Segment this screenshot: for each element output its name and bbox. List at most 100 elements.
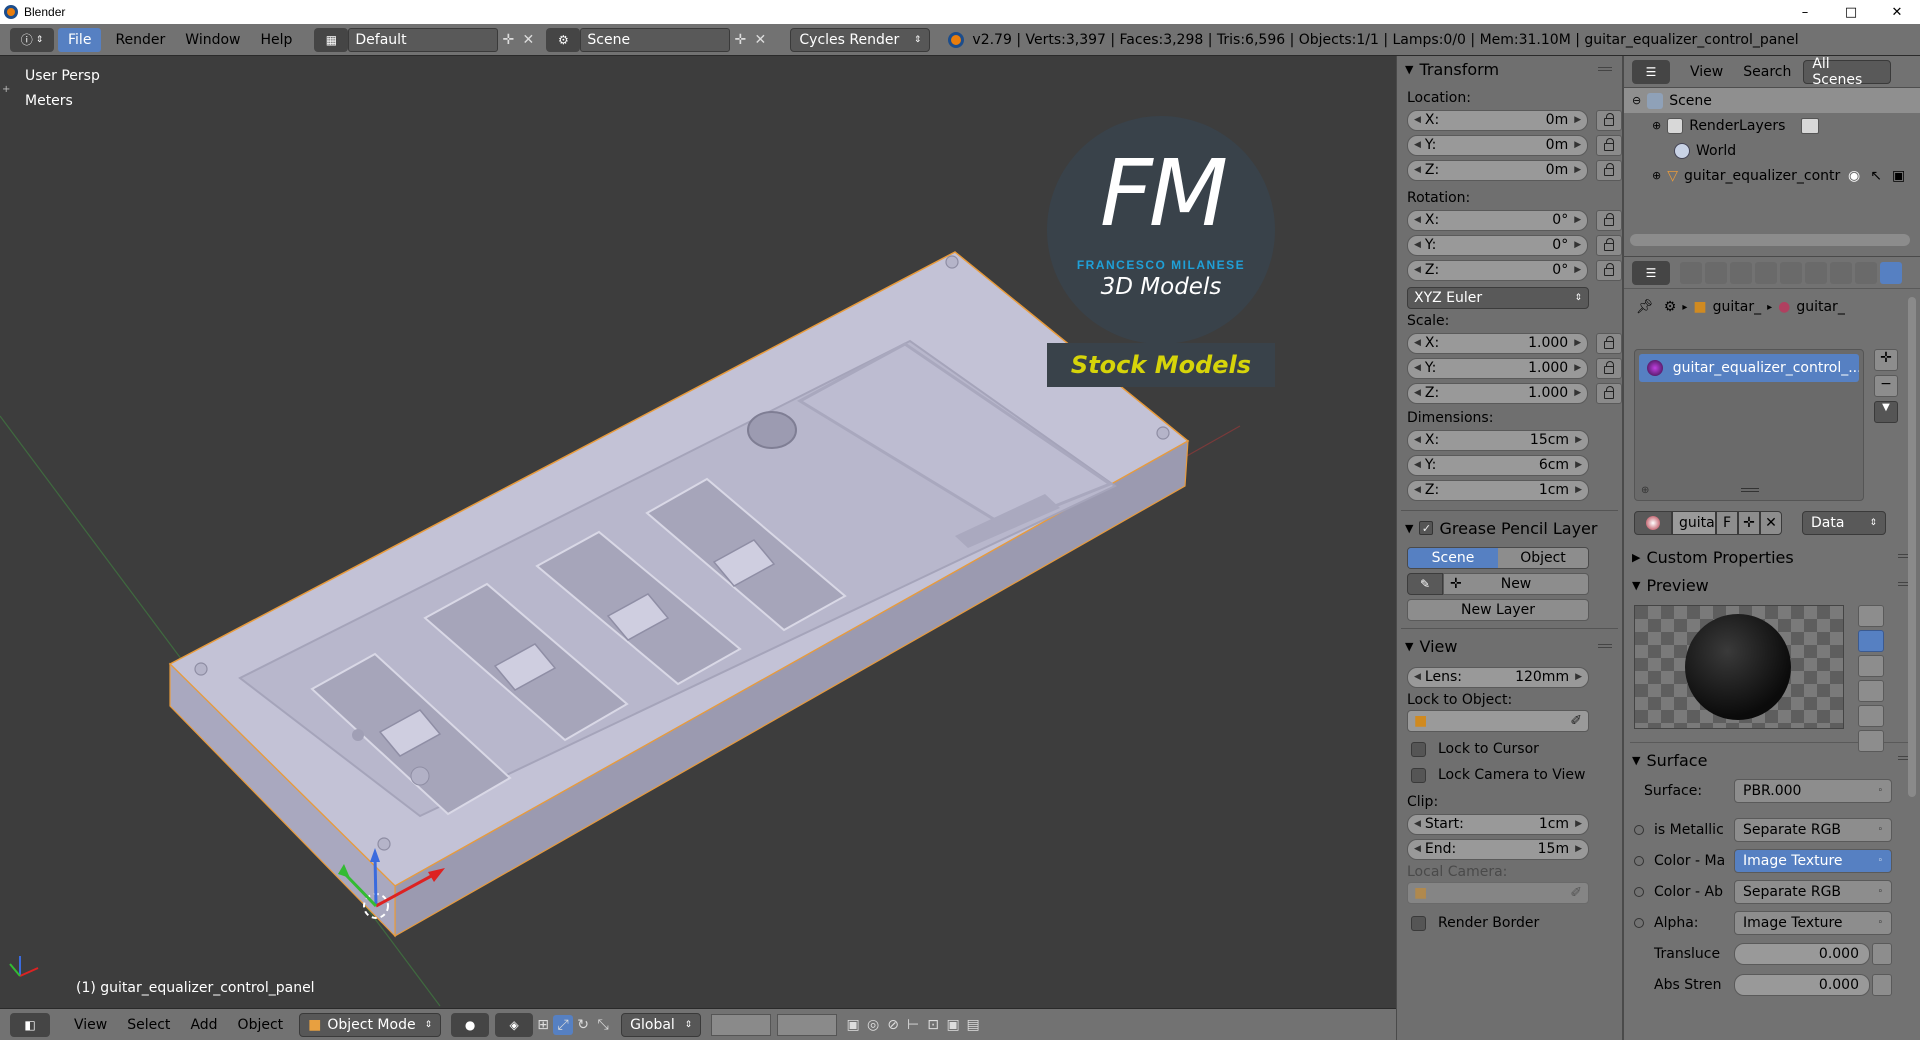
dimensions-z-field[interactable]: ◀ Z: 1cm ▶ bbox=[1407, 479, 1589, 501]
socket-icon[interactable] bbox=[1634, 824, 1644, 835]
minimize-button[interactable]: – bbox=[1782, 0, 1828, 24]
preview-header[interactable]: ▼ Preview bbox=[1624, 571, 1920, 599]
outliner-item-scene[interactable]: ⊖ Scene bbox=[1624, 88, 1920, 113]
lock-to-cursor-row[interactable]: Lock to Cursor bbox=[1397, 736, 1622, 762]
menu-help[interactable]: Help bbox=[250, 28, 302, 52]
render-opengl-icon[interactable]: ▣ bbox=[943, 1015, 963, 1035]
data-context-tab[interactable] bbox=[1855, 261, 1877, 284]
rotation-y-field[interactable]: ◀ Y: 0° ▶ bbox=[1407, 234, 1589, 256]
pencil-browse-button[interactable]: ✎ bbox=[1407, 573, 1443, 595]
outliner-scrollbar[interactable] bbox=[1630, 234, 1910, 246]
viewport-menu-select[interactable]: Select bbox=[117, 1013, 180, 1037]
location-x-field[interactable]: ◀ X: 0m ▶ bbox=[1407, 109, 1589, 131]
viewport-menu-add[interactable]: Add bbox=[180, 1013, 227, 1037]
surface-header[interactable]: ▼ Surface bbox=[1624, 745, 1920, 775]
list-filter-icon[interactable]: ⊕ bbox=[1641, 485, 1649, 496]
custom-properties-header[interactable]: ▶ Custom Properties bbox=[1624, 543, 1920, 571]
properties-scrollbar[interactable] bbox=[1908, 297, 1916, 797]
material-slot-add-button[interactable]: ✛ bbox=[1874, 349, 1898, 371]
render-context-tab[interactable] bbox=[1680, 261, 1702, 284]
maximize-button[interactable]: □ bbox=[1828, 0, 1874, 24]
3d-viewport[interactable]: + User Persp Meters (1) guitar_equalizer… bbox=[0, 56, 1396, 1008]
outliner-item-object[interactable]: ⊕ ▽ guitar_equalizer_contr ◉ ↖ ▣ bbox=[1624, 163, 1920, 188]
renderable-camera-icon[interactable]: ▣ bbox=[1892, 168, 1905, 184]
snap-icon[interactable]: ⊘ bbox=[883, 1015, 903, 1035]
render-engine-dropdown[interactable]: Cycles Render ⇕ bbox=[790, 27, 931, 52]
world-context-tab[interactable] bbox=[1755, 261, 1777, 284]
outliner-menu-view[interactable]: View bbox=[1680, 60, 1733, 84]
modifiers-context-tab[interactable] bbox=[1830, 261, 1852, 284]
add-screen-icon[interactable]: ✛ bbox=[498, 30, 518, 50]
lock-rotation-z-icon[interactable] bbox=[1596, 259, 1622, 281]
translate-manipulator-icon[interactable]: ⤢ bbox=[553, 1014, 574, 1035]
lock-camera-row[interactable]: Lock Camera to View bbox=[1397, 762, 1622, 788]
location-z-field[interactable]: ◀ Z: 0m ▶ bbox=[1407, 159, 1589, 181]
panel-grip-icon[interactable] bbox=[1598, 67, 1612, 71]
add-scene-icon[interactable]: ✛ bbox=[730, 30, 750, 50]
transform-orientation-dropdown[interactable]: Global ⇕ bbox=[621, 1012, 702, 1037]
viewport-editor-type-button[interactable]: ◧ bbox=[10, 1012, 50, 1037]
fake-user-button[interactable]: F bbox=[1716, 511, 1738, 535]
abs-stren-slider[interactable]: 0.000 bbox=[1734, 973, 1870, 996]
lock-scale-y-icon[interactable] bbox=[1596, 357, 1622, 379]
clip-end-field[interactable]: ◀ End: 15m ▶ bbox=[1407, 838, 1589, 860]
toolshelf-toggle[interactable]: + bbox=[2, 84, 12, 96]
viewport-menu-object[interactable]: Object bbox=[228, 1013, 294, 1037]
clip-start-field[interactable]: ◀ Start: 1cm ▶ bbox=[1407, 813, 1589, 835]
properties-editor-type-button[interactable]: ☰ bbox=[1632, 260, 1670, 285]
render-border-checkbox[interactable] bbox=[1411, 915, 1426, 931]
render-layer-toggle-icon[interactable] bbox=[1801, 117, 1820, 134]
preview-monkey-icon[interactable] bbox=[1858, 680, 1884, 702]
lock-location-x-icon[interactable] bbox=[1596, 109, 1622, 131]
dimensions-y-field[interactable]: ◀ Y: 6cm ▶ bbox=[1407, 454, 1589, 476]
outliner-display-mode-dropdown[interactable]: All Scenes bbox=[1803, 56, 1892, 88]
panel-grip-icon[interactable] bbox=[1598, 644, 1612, 648]
scene-browse-button[interactable]: ⚙ bbox=[546, 27, 581, 52]
new-material-icon[interactable]: ✛ bbox=[1738, 511, 1760, 535]
eyedropper-icon[interactable]: ✐ bbox=[1570, 885, 1582, 901]
constraints-context-tab[interactable] bbox=[1805, 261, 1827, 284]
outliner-item-renderlayers[interactable]: ⊕ RenderLayers bbox=[1624, 113, 1920, 138]
unlink-material-icon[interactable]: ✕ bbox=[1760, 511, 1782, 535]
material-slot-item[interactable]: guitar_equalizer_control_... bbox=[1639, 354, 1859, 382]
location-y-field[interactable]: ◀ Y: 0m ▶ bbox=[1407, 134, 1589, 156]
material-slot-remove-button[interactable]: − bbox=[1874, 375, 1898, 397]
preview-flat-icon[interactable] bbox=[1858, 605, 1884, 627]
input-link-button[interactable]: Image Texture ◦ bbox=[1734, 910, 1892, 935]
transform-panel-header[interactable]: ▼ Transform bbox=[1397, 56, 1622, 82]
rotation-mode-dropdown[interactable]: XYZ Euler ⇕ bbox=[1407, 287, 1589, 309]
rotation-z-field[interactable]: ◀ Z: 0° ▶ bbox=[1407, 259, 1589, 281]
list-resize-grip-icon[interactable] bbox=[1741, 488, 1759, 492]
socket-icon[interactable] bbox=[1634, 886, 1644, 897]
remove-scene-icon[interactable]: ✕ bbox=[750, 30, 770, 50]
scale-y-field[interactable]: ◀ Y: 1.000 ▶ bbox=[1407, 357, 1589, 379]
manipulator-z-axis[interactable] bbox=[373, 855, 378, 907]
menu-window[interactable]: Window bbox=[175, 28, 250, 52]
input-link-button[interactable]: Separate RGB ◦ bbox=[1734, 879, 1892, 904]
expand-toggle-icon[interactable]: ⊕ bbox=[1652, 169, 1661, 182]
rotation-x-field[interactable]: ◀ X: 0° ▶ bbox=[1407, 209, 1589, 231]
lock-camera-checkbox[interactable] bbox=[1411, 767, 1426, 783]
viewport-menu-view[interactable]: View bbox=[64, 1013, 117, 1037]
scale-manipulator-icon[interactable]: ⤡ bbox=[593, 1015, 613, 1035]
socket-link-button[interactable] bbox=[1872, 942, 1892, 965]
grease-pencil-new-button[interactable]: ✛ New bbox=[1443, 573, 1589, 595]
menu-render[interactable]: Render bbox=[105, 28, 175, 52]
preview-hair-icon[interactable] bbox=[1858, 705, 1884, 727]
selectable-cursor-icon[interactable]: ↖ bbox=[1870, 168, 1882, 184]
render-animation-icon[interactable]: ▤ bbox=[963, 1015, 983, 1035]
lock-layers-icon[interactable]: ▣ bbox=[843, 1015, 863, 1035]
render-layers-context-tab[interactable] bbox=[1705, 261, 1727, 284]
preview-cube-icon[interactable] bbox=[1858, 655, 1884, 677]
material-link-dropdown[interactable]: Data ⇕ bbox=[1802, 511, 1886, 535]
expand-toggle-icon[interactable]: ⊕ bbox=[1652, 119, 1661, 132]
lens-field[interactable]: ◀ Lens: 120mm ▶ bbox=[1407, 666, 1589, 688]
scale-z-field[interactable]: ◀ Z: 1.000 ▶ bbox=[1407, 382, 1589, 404]
lock-to-object-field[interactable]: ■ ✐ bbox=[1407, 710, 1589, 732]
lock-to-cursor-checkbox[interactable] bbox=[1411, 741, 1426, 757]
manipulator-toggle-icon[interactable]: ⊞ bbox=[533, 1015, 553, 1035]
lock-rotation-x-icon[interactable] bbox=[1596, 209, 1622, 231]
pivot-point-button[interactable]: ◈ bbox=[495, 1012, 534, 1037]
outliner-menu-search[interactable]: Search bbox=[1733, 60, 1801, 84]
layer-buttons-2[interactable] bbox=[777, 1013, 838, 1036]
